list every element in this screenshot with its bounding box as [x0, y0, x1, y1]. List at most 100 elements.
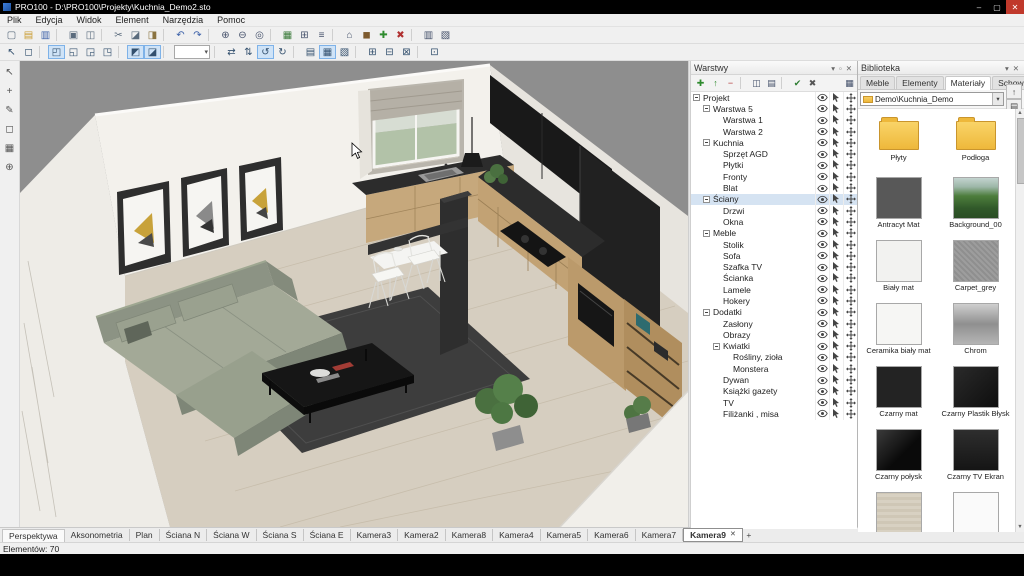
layer-row-sprzęt-agd[interactable]: Sprzęt AGD: [691, 148, 857, 159]
menu-narzędzia[interactable]: Narzędzia: [156, 15, 211, 25]
float-icon[interactable]: ▫: [837, 64, 844, 73]
new-file-icon[interactable]: ▢: [3, 28, 20, 42]
layer-row-meble[interactable]: Meble: [691, 228, 857, 239]
material-podłoga[interactable]: Podłoga: [937, 112, 1014, 175]
cursor-icon[interactable]: [829, 103, 843, 114]
eye-icon[interactable]: [815, 194, 829, 205]
cursor-icon[interactable]: [829, 341, 843, 352]
expand-toggle[interactable]: [713, 343, 720, 350]
eye-icon[interactable]: [815, 273, 829, 284]
cursor-icon[interactable]: [829, 261, 843, 272]
eye-icon[interactable]: [815, 261, 829, 272]
layer-row-warstwa-1[interactable]: Warstwa 1: [691, 115, 857, 126]
chevron-down-icon[interactable]: ▾: [829, 64, 837, 73]
view-tab-kamera5[interactable]: Kamera5: [541, 529, 589, 541]
cursor-icon[interactable]: [829, 216, 843, 227]
textures-icon[interactable]: ◪: [144, 45, 161, 59]
cursor-icon[interactable]: [829, 92, 843, 103]
expand-toggle[interactable]: [703, 309, 710, 316]
snap-icon[interactable]: ⊞: [296, 28, 313, 42]
delete-element-icon[interactable]: ✖: [392, 28, 409, 42]
layer-row-okna[interactable]: Okna: [691, 216, 857, 227]
move-icon[interactable]: [843, 103, 857, 114]
move-icon[interactable]: [843, 137, 857, 148]
save-icon[interactable]: ▥: [37, 28, 54, 42]
add-layer-icon[interactable]: ✚: [693, 77, 708, 90]
layer-row-książki-gazety[interactable]: Książki gazety: [691, 386, 857, 397]
report-icon[interactable]: ▥: [420, 28, 437, 42]
eye-icon[interactable]: [815, 295, 829, 306]
layer-row-ścianka[interactable]: Ścianka: [691, 273, 857, 284]
layer-props-icon[interactable]: ▤: [764, 77, 779, 90]
menu-widok[interactable]: Widok: [70, 15, 109, 25]
settings-icon[interactable]: ▧: [437, 28, 454, 42]
material-ceramika-biały-mat[interactable]: Ceramika biały mat: [860, 301, 937, 364]
view-wall-icon[interactable]: ◳: [99, 45, 116, 59]
cursor-icon[interactable]: [829, 352, 843, 363]
tab-elementy[interactable]: Elementy: [896, 76, 943, 89]
cursor-icon[interactable]: [829, 115, 843, 126]
material-czarny-połysk[interactable]: Czarny połysk: [860, 427, 937, 490]
view-tab-kamera2[interactable]: Kamera2: [398, 529, 446, 541]
eye-icon[interactable]: [815, 318, 829, 329]
move-icon[interactable]: [843, 341, 857, 352]
shading-icon[interactable]: ◩: [127, 45, 144, 59]
view-tab-ściana-w[interactable]: Ściana W: [207, 529, 256, 541]
cursor-icon[interactable]: [829, 205, 843, 216]
move-icon[interactable]: [843, 318, 857, 329]
material-czarny-mat[interactable]: Czarny mat: [860, 364, 937, 427]
eye-icon[interactable]: [815, 126, 829, 137]
undo-icon[interactable]: ↶: [172, 28, 189, 42]
cursor-icon[interactable]: [829, 171, 843, 182]
material-czarny-tv-ekran[interactable]: Czarny TV Ekran: [937, 427, 1014, 490]
expand-toggle[interactable]: [703, 105, 710, 112]
material-chrom[interactable]: Chrom: [937, 301, 1014, 364]
room-icon[interactable]: ⌂: [341, 28, 358, 42]
eye-icon[interactable]: [815, 284, 829, 295]
layer-row-szafka-tv[interactable]: Szafka TV: [691, 261, 857, 272]
scroll-down-icon[interactable]: ▼: [1016, 523, 1024, 532]
layer-row-ściany[interactable]: Ściany: [691, 194, 857, 205]
layer-row-stolik[interactable]: Stolik: [691, 239, 857, 250]
cursor-icon[interactable]: [829, 397, 843, 408]
layer-row-obrazy[interactable]: Obrazy: [691, 329, 857, 340]
move-icon[interactable]: [843, 126, 857, 137]
layer-row-hokery[interactable]: Hokery: [691, 295, 857, 306]
lights-icon[interactable]: ⊠: [398, 45, 415, 59]
move-icon[interactable]: [843, 307, 857, 318]
scroll-thumb[interactable]: [1017, 118, 1024, 184]
view-plan-icon[interactable]: ◲: [82, 45, 99, 59]
material-płyty[interactable]: Płyty: [860, 112, 937, 175]
eye-icon[interactable]: [815, 92, 829, 103]
move-icon[interactable]: [843, 352, 857, 363]
eye-icon[interactable]: [815, 374, 829, 385]
move-up-icon[interactable]: ↑: [708, 77, 723, 90]
layer-row-kwiatki[interactable]: Kwiatki: [691, 341, 857, 352]
zoom-in-icon[interactable]: ⊕: [217, 28, 234, 42]
cursor-icon[interactable]: [829, 148, 843, 159]
material-item[interactable]: [937, 490, 1014, 532]
move-icon[interactable]: [843, 160, 857, 171]
apply-icon[interactable]: ✔: [790, 77, 805, 90]
view-tab-ściana-e[interactable]: Ściana E: [304, 529, 351, 541]
layer-row-tv[interactable]: TV: [691, 397, 857, 408]
view-perspective-icon[interactable]: ◰: [48, 45, 65, 59]
move-icon[interactable]: [843, 205, 857, 216]
material-biały-mat[interactable]: Biały mat: [860, 238, 937, 301]
eye-icon[interactable]: [815, 250, 829, 261]
view-tab-ściana-n[interactable]: Ściana N: [160, 529, 208, 541]
eye-icon[interactable]: [815, 216, 829, 227]
layer-row-lamele[interactable]: Lamele: [691, 284, 857, 295]
viewport-3d[interactable]: [20, 61, 688, 527]
view-tab-kamera8[interactable]: Kamera8: [446, 529, 494, 541]
layer-row-sofa[interactable]: Sofa: [691, 250, 857, 261]
cursor-icon[interactable]: [829, 374, 843, 385]
view-tab-kamera6[interactable]: Kamera6: [588, 529, 636, 541]
layer-row-płytki[interactable]: Płytki: [691, 160, 857, 171]
expand-toggle[interactable]: [703, 196, 710, 203]
cursor-icon[interactable]: [829, 182, 843, 193]
move-icon[interactable]: [843, 148, 857, 159]
eye-icon[interactable]: [815, 182, 829, 193]
view-tab-kamera3[interactable]: Kamera3: [351, 529, 399, 541]
fullscreen-icon[interactable]: ⊡: [426, 45, 443, 59]
